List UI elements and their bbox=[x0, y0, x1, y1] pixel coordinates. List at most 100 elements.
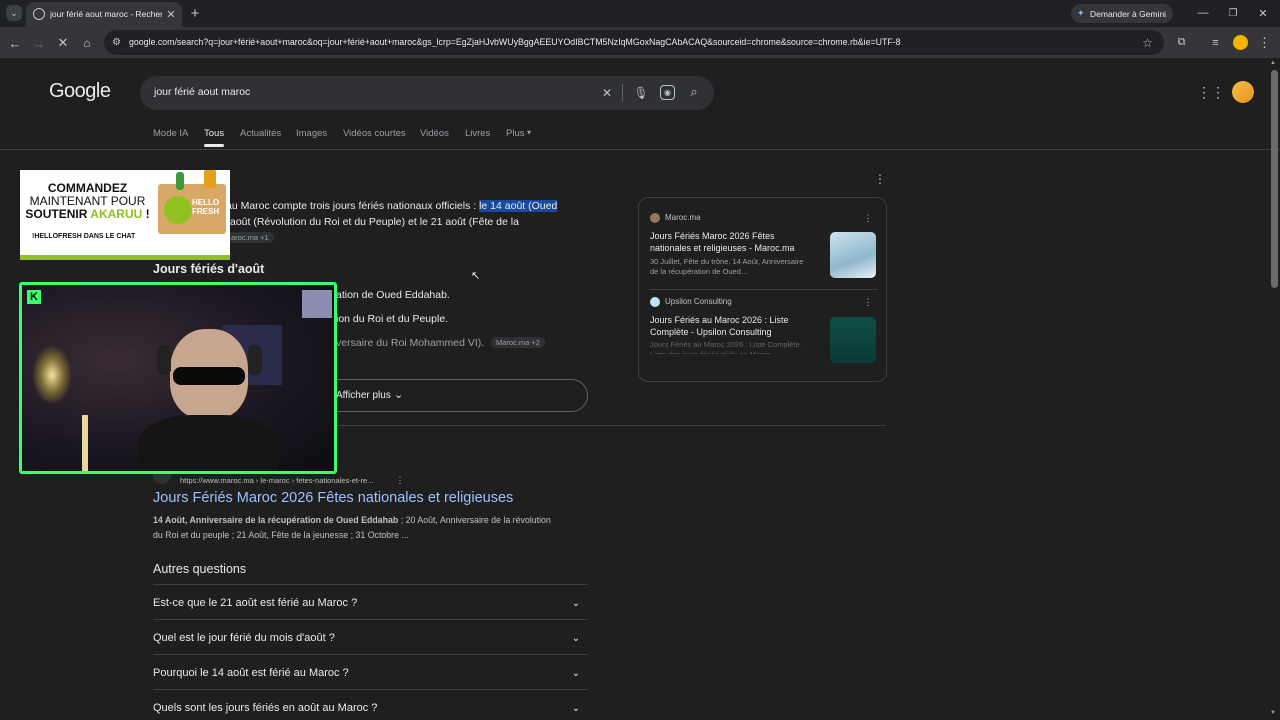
source-card-1-title: Jours Fériés Maroc 2026 Fêtes nationales… bbox=[650, 231, 795, 253]
source-card-2-menu-icon[interactable]: ⋮ bbox=[863, 296, 873, 308]
source-card-2-site: Upsilon Consulting bbox=[665, 297, 732, 306]
gemini-button[interactable]: ✦ Demander à Gemini bbox=[1071, 4, 1173, 23]
apps-grid-icon[interactable]: ⋮⋮ bbox=[1197, 84, 1225, 100]
questions-heading: Autres questions bbox=[153, 562, 247, 576]
close-window-icon[interactable]: ✕ bbox=[1256, 6, 1270, 20]
overview-highlight: le 14 août (Oued bbox=[479, 200, 558, 212]
restore-icon[interactable]: ❐ bbox=[1226, 6, 1240, 20]
mouse-cursor-icon: ↖ bbox=[471, 270, 481, 282]
google-logo[interactable]: Google bbox=[49, 80, 111, 103]
ad-line-3a: SOUTENIR bbox=[25, 207, 91, 221]
hellofresh-logo-circle bbox=[164, 196, 192, 224]
new-tab-button[interactable]: + bbox=[187, 5, 203, 22]
tab-strip: ⌄ jour férié aout maroc - Recherche ✕ + … bbox=[0, 0, 1280, 27]
question-3-text: Pourquoi le 14 août est férié au Maroc ? bbox=[153, 667, 349, 679]
hellofresh-ad-overlay: COMMANDEZ MAINTENANT POUR SOUTENIR AKARU… bbox=[20, 170, 230, 260]
webcam-headphone-left bbox=[157, 345, 171, 375]
address-bar[interactable]: ⚙ google.com/search?q=jour+férié+aout+ma… bbox=[104, 30, 1164, 55]
gemini-button-label: Demander à Gemini bbox=[1090, 8, 1167, 19]
ad-text: COMMANDEZ MAINTENANT POUR SOUTENIR AKARU… bbox=[20, 182, 155, 221]
question-item-1[interactable]: Est-ce que le 21 août est férié au Maroc… bbox=[153, 584, 588, 619]
overview-item-3: versaire du Roi Mohammed VI). bbox=[336, 337, 485, 349]
source-card-1-site: Maroc.ma bbox=[665, 213, 701, 222]
home-icon[interactable]: ⌂ bbox=[79, 35, 95, 51]
tab-tous[interactable]: Tous bbox=[204, 128, 224, 139]
account-avatar[interactable] bbox=[1232, 81, 1254, 103]
overview-source-chip[interactable]: aroc.ma +1 bbox=[226, 232, 274, 243]
question-1-chevron-icon[interactable]: ⌄ bbox=[566, 593, 586, 613]
search-icon[interactable]: ⌕ bbox=[686, 84, 702, 100]
minimize-icon[interactable]: — bbox=[1196, 6, 1210, 20]
source-card-2[interactable]: Upsilon Consulting ⋮ Jours Fériés au Mar… bbox=[639, 290, 886, 381]
maroc-favicon-icon bbox=[650, 213, 660, 223]
ad-line-3b: AKARUU bbox=[90, 207, 143, 221]
question-1-text: Est-ce que le 21 août est férié au Maroc… bbox=[153, 597, 358, 609]
result-snippet-line2: du Roi et du peuple ; 21 Août, Fête de l… bbox=[153, 530, 409, 540]
forward-icon[interactable]: → bbox=[31, 35, 47, 51]
profile-avatar-icon[interactable] bbox=[1233, 35, 1248, 50]
close-tab-icon[interactable]: ✕ bbox=[164, 7, 178, 21]
header-divider bbox=[0, 149, 1280, 150]
box-label-2: FRESH bbox=[192, 207, 220, 216]
search-box[interactable]: jour férié aout maroc ✕ 🎙 ◉ ⌕ bbox=[140, 76, 714, 110]
tab-plus[interactable]: Plus bbox=[506, 128, 524, 139]
question-3-chevron-icon[interactable]: ⌄ bbox=[566, 663, 586, 683]
source-card-1[interactable]: Maroc.ma ⋮ Jours Fériés Maroc 2026 Fêtes… bbox=[639, 198, 886, 290]
extensions-icon[interactable]: ⧉ bbox=[1174, 35, 1189, 50]
ad-vegetable-leaf bbox=[176, 172, 184, 190]
show-more-chevron-icon: ⌄ bbox=[394, 389, 404, 401]
bookmark-star-icon[interactable]: ☆ bbox=[1140, 35, 1155, 50]
gemini-spark-icon: ✦ bbox=[1077, 8, 1085, 18]
lens-camera-icon[interactable]: ◉ bbox=[660, 85, 675, 100]
chrome-menu-icon[interactable]: ⋮ bbox=[1257, 35, 1272, 50]
site-info-icon[interactable]: ⚙ bbox=[110, 36, 123, 49]
question-item-2[interactable]: Quel est le jour férié du mois d'août ? … bbox=[153, 619, 588, 654]
overview-item3-chip[interactable]: Maroc.ma +2 bbox=[491, 337, 545, 348]
search-input[interactable]: jour férié aout maroc bbox=[154, 86, 250, 98]
question-item-3[interactable]: Pourquoi le 14 août est férié au Maroc ?… bbox=[153, 654, 588, 689]
scroll-down-icon[interactable]: ▼ bbox=[1270, 710, 1276, 716]
stop-loading-icon[interactable]: ✕ bbox=[55, 35, 71, 51]
ad-line-3: SOUTENIR AKARUU ! bbox=[20, 208, 155, 221]
clear-search-icon[interactable]: ✕ bbox=[600, 86, 614, 100]
overview-menu-icon[interactable]: ⋮ bbox=[873, 172, 887, 186]
overview-fade bbox=[336, 361, 586, 371]
sources-panel: Maroc.ma ⋮ Jours Fériés Maroc 2026 Fêtes… bbox=[638, 197, 887, 382]
source-card-2-title: Jours Fériés au Maroc 2026 : Liste Compl… bbox=[650, 315, 789, 337]
tab-actualites[interactable]: Actualités bbox=[240, 128, 281, 139]
question-item-4[interactable]: Quels sont les jours fériés en août au M… bbox=[153, 689, 588, 720]
webcam-headphone-right bbox=[248, 345, 262, 375]
page-scrollbar-thumb[interactable] bbox=[1271, 70, 1278, 288]
webcam-lamp-glow bbox=[32, 345, 72, 405]
tab-videos-courtes[interactable]: Vidéos courtes bbox=[343, 128, 406, 139]
question-2-text: Quel est le jour férié du mois d'août ? bbox=[153, 632, 335, 644]
webcam-sunglasses bbox=[173, 367, 245, 385]
box-label-1: HELLO bbox=[192, 198, 220, 207]
browser-tab[interactable]: jour férié aout maroc - Recherche ✕ bbox=[26, 2, 182, 27]
result-title[interactable]: Jours Fériés Maroc 2026 Fêtes nationales… bbox=[153, 490, 513, 506]
tab-search-chevron-icon[interactable]: ⌄ bbox=[6, 5, 22, 21]
question-2-chevron-icon[interactable]: ⌄ bbox=[566, 628, 586, 648]
result-snippet-rest: ; 20 Août, Anniversaire de la révolution bbox=[398, 515, 551, 525]
webcam-light-bar bbox=[82, 415, 88, 471]
result-snippet: 14 Août, Anniversaire de la récupération… bbox=[153, 513, 593, 543]
microphone-icon[interactable]: 🎙 bbox=[633, 85, 648, 101]
ad-line-3c: ! bbox=[142, 207, 150, 221]
tab-livres[interactable]: Livres bbox=[465, 128, 490, 139]
source-card-1-menu-icon[interactable]: ⋮ bbox=[863, 212, 873, 224]
result-menu-icon[interactable]: ⋮ bbox=[395, 474, 405, 486]
hellofresh-box: HELLO FRESH bbox=[158, 170, 226, 234]
result-url[interactable]: https://www.maroc.ma › le-maroc › fetes-… bbox=[180, 476, 373, 485]
reading-list-icon[interactable]: ≡ bbox=[1208, 35, 1223, 50]
tab-images[interactable]: Images bbox=[296, 128, 327, 139]
scroll-up-icon[interactable]: ▲ bbox=[1270, 60, 1276, 66]
question-4-chevron-icon[interactable]: ⌄ bbox=[566, 698, 586, 718]
search-divider bbox=[622, 84, 623, 102]
source-card-1-snippet: 30 Juillet, Fête du trône. 14 Août, Anni… bbox=[650, 257, 804, 276]
overview-heading: Jours fériés d'août bbox=[153, 262, 265, 276]
tab-videos[interactable]: Vidéos bbox=[420, 128, 449, 139]
tab-mode-ia[interactable]: Mode IA bbox=[153, 128, 188, 139]
back-icon[interactable]: ← bbox=[7, 35, 23, 51]
result-snippet-bold: 14 Août, Anniversaire de la récupération… bbox=[153, 515, 399, 525]
overview-text-line2: août (Révolution du Roi et du Peuple) et… bbox=[230, 216, 519, 228]
